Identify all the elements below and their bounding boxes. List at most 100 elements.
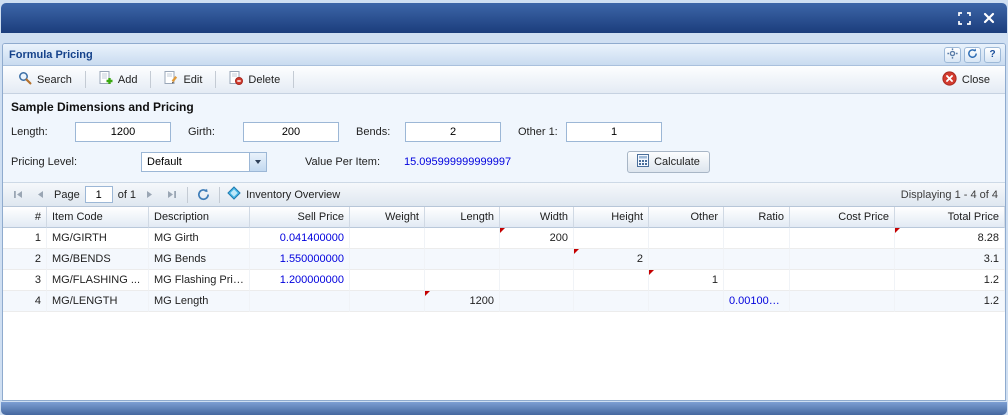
first-page-button[interactable] (10, 186, 27, 204)
bends-input[interactable] (405, 122, 501, 142)
page-input[interactable] (85, 186, 113, 203)
cell-width[interactable] (500, 291, 574, 312)
cell-item-code[interactable]: MG/BENDS (47, 249, 149, 270)
cell-weight[interactable] (350, 228, 425, 249)
cell-item-code[interactable]: MG/FLASHING ... (47, 270, 149, 291)
cell-weight[interactable] (350, 291, 425, 312)
cell-weight[interactable] (350, 249, 425, 270)
col-header-cost-price[interactable]: Cost Price (790, 207, 895, 228)
panel-refresh-button[interactable] (964, 47, 981, 63)
table-row[interactable]: 1 MG/GIRTH MG Girth 0.041400000 200 8.28 (3, 228, 1005, 249)
cell-other[interactable]: 1 (649, 270, 724, 291)
cell-total-price[interactable]: 1.2 (895, 270, 1005, 291)
cell-other[interactable] (649, 249, 724, 270)
cell-other[interactable] (649, 291, 724, 312)
cell-ratio[interactable] (724, 270, 790, 291)
col-header-width[interactable]: Width (500, 207, 574, 228)
cell-cost-price[interactable] (790, 228, 895, 249)
cell-sell-price[interactable]: 1.550000000 (250, 249, 350, 270)
cell-sell-price[interactable]: 1.200000000 (250, 270, 350, 291)
settings-button[interactable] (944, 47, 961, 63)
cell-cost-price[interactable] (790, 291, 895, 312)
panel-header: Formula Pricing ? (3, 44, 1005, 66)
pricing-level-input[interactable] (141, 152, 249, 172)
add-button[interactable]: Add (92, 69, 145, 90)
grid-refresh-button[interactable] (195, 186, 212, 204)
cell-ratio[interactable] (724, 228, 790, 249)
cell-other[interactable] (649, 228, 724, 249)
cell-sell-price[interactable] (250, 291, 350, 312)
cell-ratio[interactable]: 0.001000000 (724, 291, 790, 312)
row-number: 1 (3, 228, 47, 249)
last-page-button[interactable] (163, 186, 180, 204)
cell-total-price[interactable]: 8.28 (895, 228, 1005, 249)
close-button[interactable]: Close (935, 69, 997, 91)
col-header-description[interactable]: Description (149, 207, 250, 228)
col-header-row-number[interactable]: # (3, 207, 47, 228)
edit-button[interactable]: Edit (157, 69, 209, 90)
close-icon (942, 71, 957, 89)
length-input[interactable] (75, 122, 171, 142)
cell-height[interactable] (574, 228, 649, 249)
col-header-item-code[interactable]: Item Code (47, 207, 149, 228)
cell-height[interactable]: 2 (574, 249, 649, 270)
col-header-total-price[interactable]: Total Price (895, 207, 1005, 228)
cell-weight[interactable] (350, 270, 425, 291)
calculate-button[interactable]: Calculate (627, 151, 710, 173)
calculator-icon (637, 154, 649, 170)
col-header-length[interactable]: Length (425, 207, 500, 228)
table-row[interactable]: 3 MG/FLASHING ... MG Flashing Price 1.20… (3, 270, 1005, 291)
window-close-icon[interactable] (983, 12, 995, 24)
prev-page-button[interactable] (32, 186, 49, 204)
cell-ratio[interactable] (724, 249, 790, 270)
cell-description[interactable]: MG Bends (149, 249, 250, 270)
cell-item-code[interactable]: MG/GIRTH (47, 228, 149, 249)
next-page-button[interactable] (141, 186, 158, 204)
help-button[interactable]: ? (984, 47, 1001, 63)
cell-item-code[interactable]: MG/LENGTH (47, 291, 149, 312)
cell-total-price[interactable]: 3.1 (895, 249, 1005, 270)
search-button[interactable]: Search (11, 69, 79, 90)
other1-input[interactable] (566, 122, 662, 142)
chevron-down-icon (255, 160, 261, 164)
delete-button[interactable]: Delete (222, 69, 287, 90)
cell-width[interactable]: 200 (500, 228, 574, 249)
cell-description[interactable]: MG Flashing Price (149, 270, 250, 291)
other1-label: Other 1: (518, 126, 566, 138)
col-header-height[interactable]: Height (574, 207, 649, 228)
toolbar-separator (215, 71, 216, 88)
pricing-grid: # Item Code Description Sell Price Weigh… (3, 207, 1005, 400)
cell-height[interactable] (574, 291, 649, 312)
cell-length[interactable]: 1200 (425, 291, 500, 312)
col-header-ratio[interactable]: Ratio (724, 207, 790, 228)
cell-length[interactable] (425, 249, 500, 270)
pricing-level-combo[interactable] (141, 152, 267, 172)
formula-pricing-panel: Formula Pricing ? Search (2, 43, 1006, 401)
cell-description[interactable]: MG Girth (149, 228, 250, 249)
panel-title: Formula Pricing (9, 49, 941, 61)
cell-width[interactable] (500, 249, 574, 270)
table-row[interactable]: 2 MG/BENDS MG Bends 1.550000000 2 3.1 (3, 249, 1005, 270)
girth-input[interactable] (243, 122, 339, 142)
cell-height[interactable] (574, 270, 649, 291)
table-row[interactable]: 4 MG/LENGTH MG Length 1200 0.001000000 1… (3, 291, 1005, 312)
cell-cost-price[interactable] (790, 270, 895, 291)
combo-dropdown-button[interactable] (249, 152, 267, 172)
sample-dimensions-form: Sample Dimensions and Pricing Length: Gi… (3, 94, 1005, 182)
cell-cost-price[interactable] (790, 249, 895, 270)
cell-width[interactable] (500, 270, 574, 291)
page-of-label: of 1 (118, 189, 136, 201)
girth-label: Girth: (188, 126, 243, 138)
col-header-weight[interactable]: Weight (350, 207, 425, 228)
bends-label: Bends: (356, 126, 405, 138)
cell-sell-price[interactable]: 0.041400000 (250, 228, 350, 249)
maximize-icon[interactable] (958, 12, 971, 25)
col-header-other[interactable]: Other (649, 207, 724, 228)
col-header-sell-price[interactable]: Sell Price (250, 207, 350, 228)
bends-field-group: Bends: (356, 122, 501, 142)
cell-description[interactable]: MG Length (149, 291, 250, 312)
cell-total-price[interactable]: 1.2 (895, 291, 1005, 312)
cell-length[interactable] (425, 270, 500, 291)
delete-icon (229, 71, 243, 88)
cell-length[interactable] (425, 228, 500, 249)
